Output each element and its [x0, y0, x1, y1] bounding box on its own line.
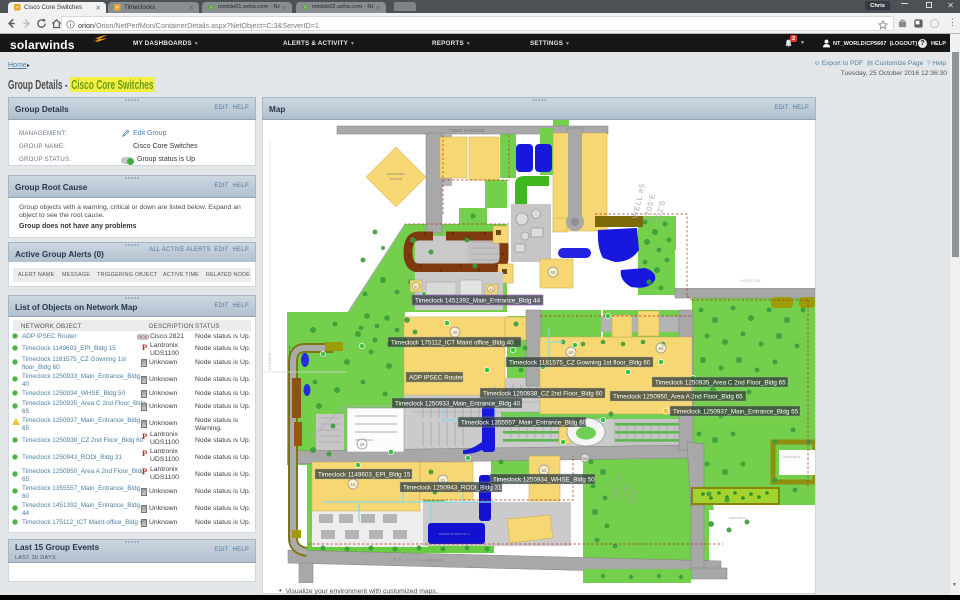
svg-text:Timeclock 1355557_Main_Entranc: Timeclock 1355557_Main_Entrance_Bldg 60 — [461, 420, 587, 427]
svg-text:Timeclock 1250938_CZ 2nd Floor: Timeclock 1250938_CZ 2nd Floor_Bldg 60 — [483, 391, 603, 398]
svg-text:Timeclock 1250933_Main_Entranc: Timeclock 1250933_Main_Entrance_Bldg 40 — [395, 401, 521, 408]
svg-text:60: 60 — [568, 350, 574, 355]
svg-text:26: 26 — [359, 442, 365, 447]
svg-text:RETENTION BASIN NO. 4: RETENTION BASIN NO. 4 — [439, 532, 471, 536]
svg-text:44: 44 — [489, 288, 493, 292]
svg-text:SCHOOL: SCHOOL — [390, 177, 403, 181]
svg-text:Timeclock 1181575_CZ Gowning 1: Timeclock 1181575_CZ Gowning 1st floor_B… — [509, 360, 651, 367]
svg-text:47: 47 — [414, 285, 418, 289]
svg-text:Timeclock 1250935_Area C 2nd F: Timeclock 1250935_Area C 2nd Floor_Bldg … — [655, 380, 786, 387]
svg-text:Timeclock 1250943_RODI_Bldg 31: Timeclock 1250943_RODI_Bldg 31 — [403, 485, 502, 492]
svg-text:Timeclock 1149603_EPI_Bldg 15: Timeclock 1149603_EPI_Bldg 15 — [318, 472, 411, 479]
svg-text:62: 62 — [550, 270, 556, 275]
svg-text:Timeclock 1250937_Main_Entranc: Timeclock 1250937_Main_Entrance_Bldg 65 — [673, 409, 799, 416]
svg-text:INDUSTRIAL: INDUSTRIAL — [783, 455, 801, 459]
svg-text:50: 50 — [541, 468, 547, 473]
svg-text:65: 65 — [658, 346, 664, 351]
svg-text:72ND AVENUE: 72ND AVENUE — [449, 128, 485, 133]
svg-text:15: 15 — [350, 482, 356, 487]
svg-text:Timeclock 1250950_Area A 2nd F: Timeclock 1250950_Area A 2nd Floor_Bldg … — [613, 394, 743, 401]
svg-text:HOSPITAL: HOSPITAL — [741, 279, 762, 283]
svg-text:Timeclock 175112_ICT Maint off: Timeclock 175112_ICT Maint office_Bldg 4… — [391, 340, 514, 347]
svg-text:40: 40 — [452, 330, 458, 335]
svg-text:INDUSTRIAL: INDUSTRIAL — [729, 516, 747, 520]
svg-text:Timeclock 1451392_Main_Entranc: Timeclock 1451392_Main_Entrance_Bldg 44 — [415, 298, 541, 305]
svg-text:56: 56 — [582, 456, 588, 461]
svg-text:Timeclock 1250934_WHSE_Bldg 50: Timeclock 1250934_WHSE_Bldg 50 — [493, 477, 595, 484]
svg-text:BACK ELEM: BACK ELEM — [387, 172, 405, 176]
svg-text:ADP IPSEC Router: ADP IPSEC Router — [409, 375, 463, 382]
